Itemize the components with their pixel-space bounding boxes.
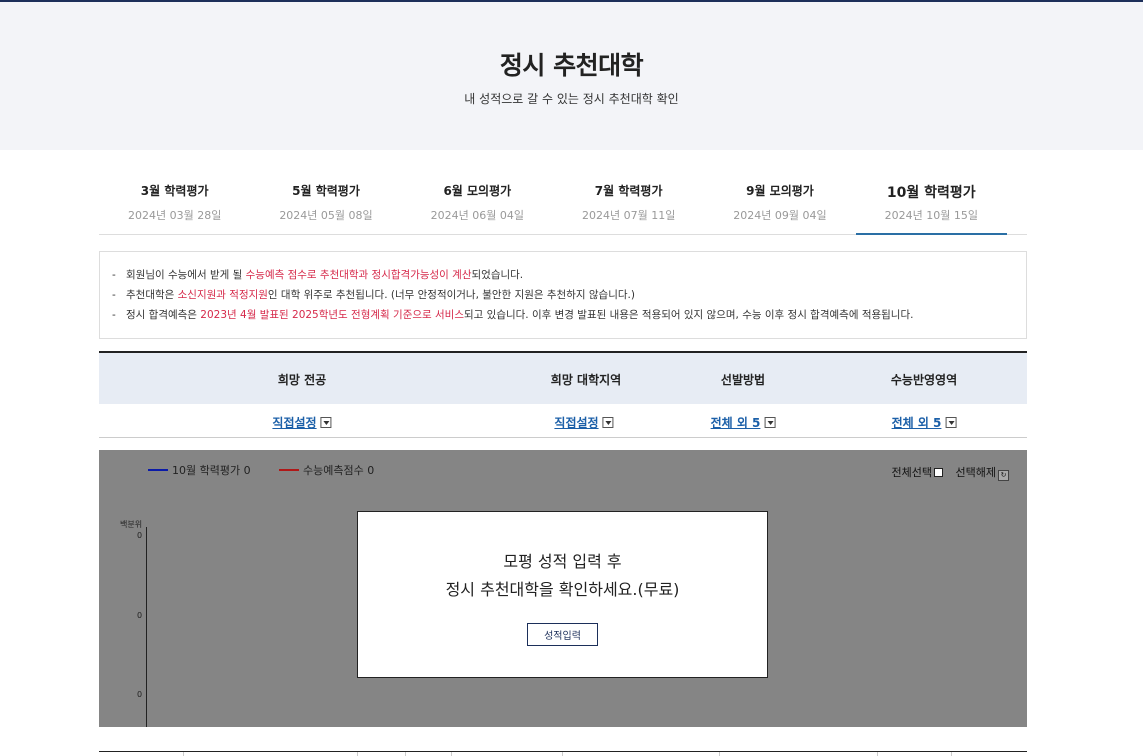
notice-text: 되었습니다. [471,269,524,281]
filter-value-row: 직접설정 직접설정 전체 외 5 전체 외 5 [99,404,1027,438]
notice-text: 정시 합격예측은 [126,309,201,321]
column-divider [877,752,878,756]
chart-select-controls: 전체선택 선택해제 ↻ [892,464,1009,481]
chevron-down-icon [945,417,957,428]
chevron-down-icon [764,417,776,428]
tab-date: 2024년 09월 04일 [733,209,827,222]
modal-message-line1: 모평 성적 입력 후 [503,552,622,571]
reset-icon[interactable]: ↻ [998,470,1009,481]
exam-tabs: 3월 학력평가 2024년 03월 28일 5월 학력평가 2024년 05월 … [99,150,1027,235]
legend-line-red [279,469,299,471]
table-columns [99,752,1027,756]
y-axis-unit: 백분위 [120,520,143,529]
region-setting-label: 직접설정 [554,416,599,430]
major-setting-label: 직접설정 [272,416,317,430]
column-divider [183,752,184,756]
reflected-subjects-label: 전체 외 5 [891,416,942,430]
page-title: 정시 추천대학 [499,51,644,80]
selection-method-link[interactable]: 전체 외 5 [711,414,776,431]
tab-march[interactable]: 3월 학력평가 2024년 03월 28일 [99,150,250,235]
score-input-button[interactable]: 성적입력 [527,623,598,646]
tab-date: 2024년 10월 15일 [884,209,978,222]
tab-date: 2024년 06월 04일 [430,209,524,222]
page-header: 정시 추천대학 내 성적으로 갈 수 있는 정시 추천대학 확인 [0,2,1143,150]
notice-text: 되고 있습니다. 이후 변경 발표된 내용은 적용되어 있지 않으며, 수능 이… [464,309,914,321]
filter-header-row: 희망 전공 희망 대학지역 선발방법 수능반영영역 [99,353,1027,404]
tab-september[interactable]: 9월 모의평가 2024년 09월 04일 [704,150,855,235]
column-divider [562,752,563,756]
tab-label: 7월 학력평가 [594,184,663,198]
notice-box: - 회원님이 수능에서 받게 될 수능예측 점수로 추천대학과 정시합격가능성이 … [99,251,1027,339]
select-all-checkbox[interactable] [934,468,944,477]
tab-label: 3월 학력평가 [140,184,209,198]
y-tick: 0 [137,611,143,620]
header-selection-method: 선발방법 [720,373,766,387]
header-major: 희망 전공 [277,373,327,387]
score-input-modal: 모평 성적 입력 후 정시 추천대학을 확인하세요.(무료) 성적입력 [357,511,768,678]
legend-predicted: 수능예측점수 0 [279,462,374,478]
y-tick: 0 [137,531,143,540]
notice-text: 인 대학 위주로 추천됩니다. (너무 안정적이거나, 불안한 지원은 추천하지… [267,289,635,301]
deselect-label: 선택해제 [955,466,996,479]
tab-date: 2024년 07월 11일 [581,209,676,222]
header-region: 희망 대학지역 [550,373,622,387]
legend-line-blue [148,469,168,471]
major-setting-link[interactable]: 직접설정 [272,414,332,431]
tab-label: 6월 모의평가 [443,184,512,198]
column-divider [357,752,358,756]
legend-october: 10월 학력평가 0 [148,462,251,478]
notice-highlight: 2023년 4월 발표된 2025학년도 전형계획 기준으로 서비스 [200,309,464,321]
notice-bullet: - [112,269,116,281]
region-setting-link[interactable]: 직접설정 [554,414,614,431]
tab-label: 9월 모의평가 [746,184,814,198]
notice-highlight: 수능예측 점수로 추천대학과 정시합격가능성이 계산 [245,269,472,281]
column-divider [451,752,452,756]
notice-text: 회원님이 수능에서 받게 될 [126,269,246,281]
column-divider [719,752,720,756]
legend-october-label: 10월 학력평가 0 [172,464,251,477]
column-divider [951,752,952,756]
filter-table: 희망 전공 희망 대학지역 선발방법 수능반영영역 직접설정 직접설정 전체 외… [99,351,1027,438]
tab-july[interactable]: 7월 학력평가 2024년 07월 11일 [553,150,704,235]
tab-label: 5월 학력평가 [292,184,360,198]
select-all-label: 전체선택 [891,466,933,479]
tab-may[interactable]: 5월 학력평가 2024년 05월 08일 [250,150,401,235]
reflected-subjects-link[interactable]: 전체 외 5 [892,414,957,431]
modal-message-line2: 정시 추천대학을 확인하세요.(무료) [445,580,680,599]
page-subtitle: 내 성적으로 갈 수 있는 정시 추천대학 확인 [464,92,679,106]
chevron-down-icon [602,417,614,428]
notice-item: - 추천대학은 소신지원과 적정지원인 대학 위주로 추천됩니다. (너무 안정적… [112,285,1014,305]
score-chart: 10월 학력평가 0 수능예측점수 0 전체선택 선택해제 ↻ 백분위 0 0 0… [99,450,1027,727]
legend-predicted-label: 수능예측점수 0 [303,464,375,477]
tab-october[interactable]: 10월 학력평가 2024년 10월 15일 [855,150,1007,235]
notice-highlight: 소신지원과 적정지원 [177,289,268,301]
header-reflected-subjects: 수능반영영역 [890,373,958,387]
tab-label: 10월 학력평가 [886,185,976,201]
tab-date: 2024년 03월 28일 [127,209,222,222]
notice-item: - 정시 합격예측은 2023년 4월 발표된 2025학년도 전형계획 기준으로… [112,305,1014,325]
y-axis-line [146,527,147,727]
selection-method-label: 전체 외 5 [710,416,761,430]
y-tick: 0 [137,690,143,699]
notice-bullet: - [112,289,116,301]
notice-item: - 회원님이 수능에서 받게 될 수능예측 점수로 추천대학과 정시합격가능성이 … [112,265,1014,285]
column-divider [405,752,406,756]
tab-date: 2024년 05월 08일 [279,209,373,222]
chevron-down-icon [320,417,332,428]
notice-text: 추천대학은 [126,289,178,301]
tab-june[interactable]: 6월 모의평가 2024년 06월 04일 [402,150,553,235]
notice-bullet: - [112,309,116,321]
